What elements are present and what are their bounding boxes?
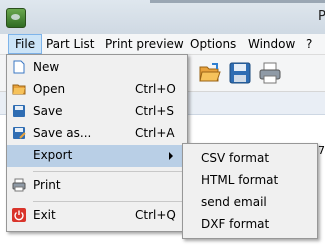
- menu-help[interactable]: ?: [300, 34, 318, 54]
- new-document-icon: [13, 60, 25, 74]
- title-bar: P: [0, 0, 325, 34]
- menu-options[interactable]: Options: [184, 34, 242, 54]
- open-folder-icon[interactable]: [198, 61, 222, 85]
- menu-item-label: DXF format: [201, 217, 270, 231]
- save-icon: [13, 105, 25, 117]
- menu-item-label: New: [33, 60, 60, 74]
- menu-item-print[interactable]: Print: [7, 175, 187, 197]
- menu-separator: [33, 171, 183, 172]
- power-icon: [12, 208, 26, 222]
- menu-bar: File Part List Print preview Options Win…: [0, 34, 325, 55]
- export-dxf-item[interactable]: DXF format: [183, 213, 317, 235]
- menu-item-label: Export: [33, 148, 73, 162]
- menu-file[interactable]: File: [8, 34, 43, 54]
- menu-item-exit[interactable]: Exit Ctrl+Q: [7, 205, 187, 227]
- menu-part-list[interactable]: Part List: [40, 34, 100, 54]
- menu-item-label: Exit: [33, 208, 56, 222]
- menu-item-label: HTML format: [201, 173, 279, 187]
- menu-item-label: CSV format: [201, 151, 270, 165]
- print-icon: [12, 178, 26, 192]
- menu-item-save-as[interactable]: Save as... Ctrl+A: [7, 123, 187, 145]
- menu-item-new[interactable]: New: [7, 57, 187, 79]
- menu-item-shortcut: Ctrl+A: [135, 126, 175, 140]
- menu-item-export[interactable]: Export: [7, 145, 187, 167]
- title-bar-strip: [150, 0, 325, 3]
- menu-item-label: Save as...: [33, 126, 92, 140]
- menu-item-label: Print: [33, 178, 61, 192]
- app-icon[interactable]: [6, 8, 26, 28]
- file-menu-dropdown: New Open Ctrl+O Save Ctrl+S Save as... C…: [6, 54, 188, 232]
- menu-separator: [33, 201, 183, 202]
- menu-item-label: Save: [33, 104, 63, 118]
- save-icon[interactable]: [228, 61, 252, 85]
- save-as-icon: [13, 127, 26, 139]
- menu-item-shortcut: Ctrl+S: [135, 104, 175, 118]
- menu-item-open[interactable]: Open Ctrl+O: [7, 79, 187, 101]
- menu-item-save[interactable]: Save Ctrl+S: [7, 101, 187, 123]
- menu-print-preview[interactable]: Print preview: [99, 34, 190, 54]
- content-number: 7: [318, 144, 325, 157]
- export-email-item[interactable]: send email: [183, 191, 317, 213]
- export-submenu: CSV format HTML format send email DXF fo…: [182, 143, 318, 239]
- menu-item-label: Open: [33, 82, 66, 96]
- window-title: P: [318, 9, 325, 24]
- menu-item-label: send email: [201, 195, 267, 209]
- print-icon[interactable]: [258, 61, 282, 85]
- export-csv-item[interactable]: CSV format: [183, 147, 317, 169]
- menu-item-shortcut: Ctrl+O: [135, 82, 176, 96]
- menu-item-shortcut: Ctrl+Q: [135, 208, 176, 222]
- open-folder-icon: [12, 84, 26, 95]
- export-html-item[interactable]: HTML format: [183, 169, 317, 191]
- menu-window[interactable]: Window: [242, 34, 301, 54]
- submenu-arrow-icon: [169, 152, 173, 160]
